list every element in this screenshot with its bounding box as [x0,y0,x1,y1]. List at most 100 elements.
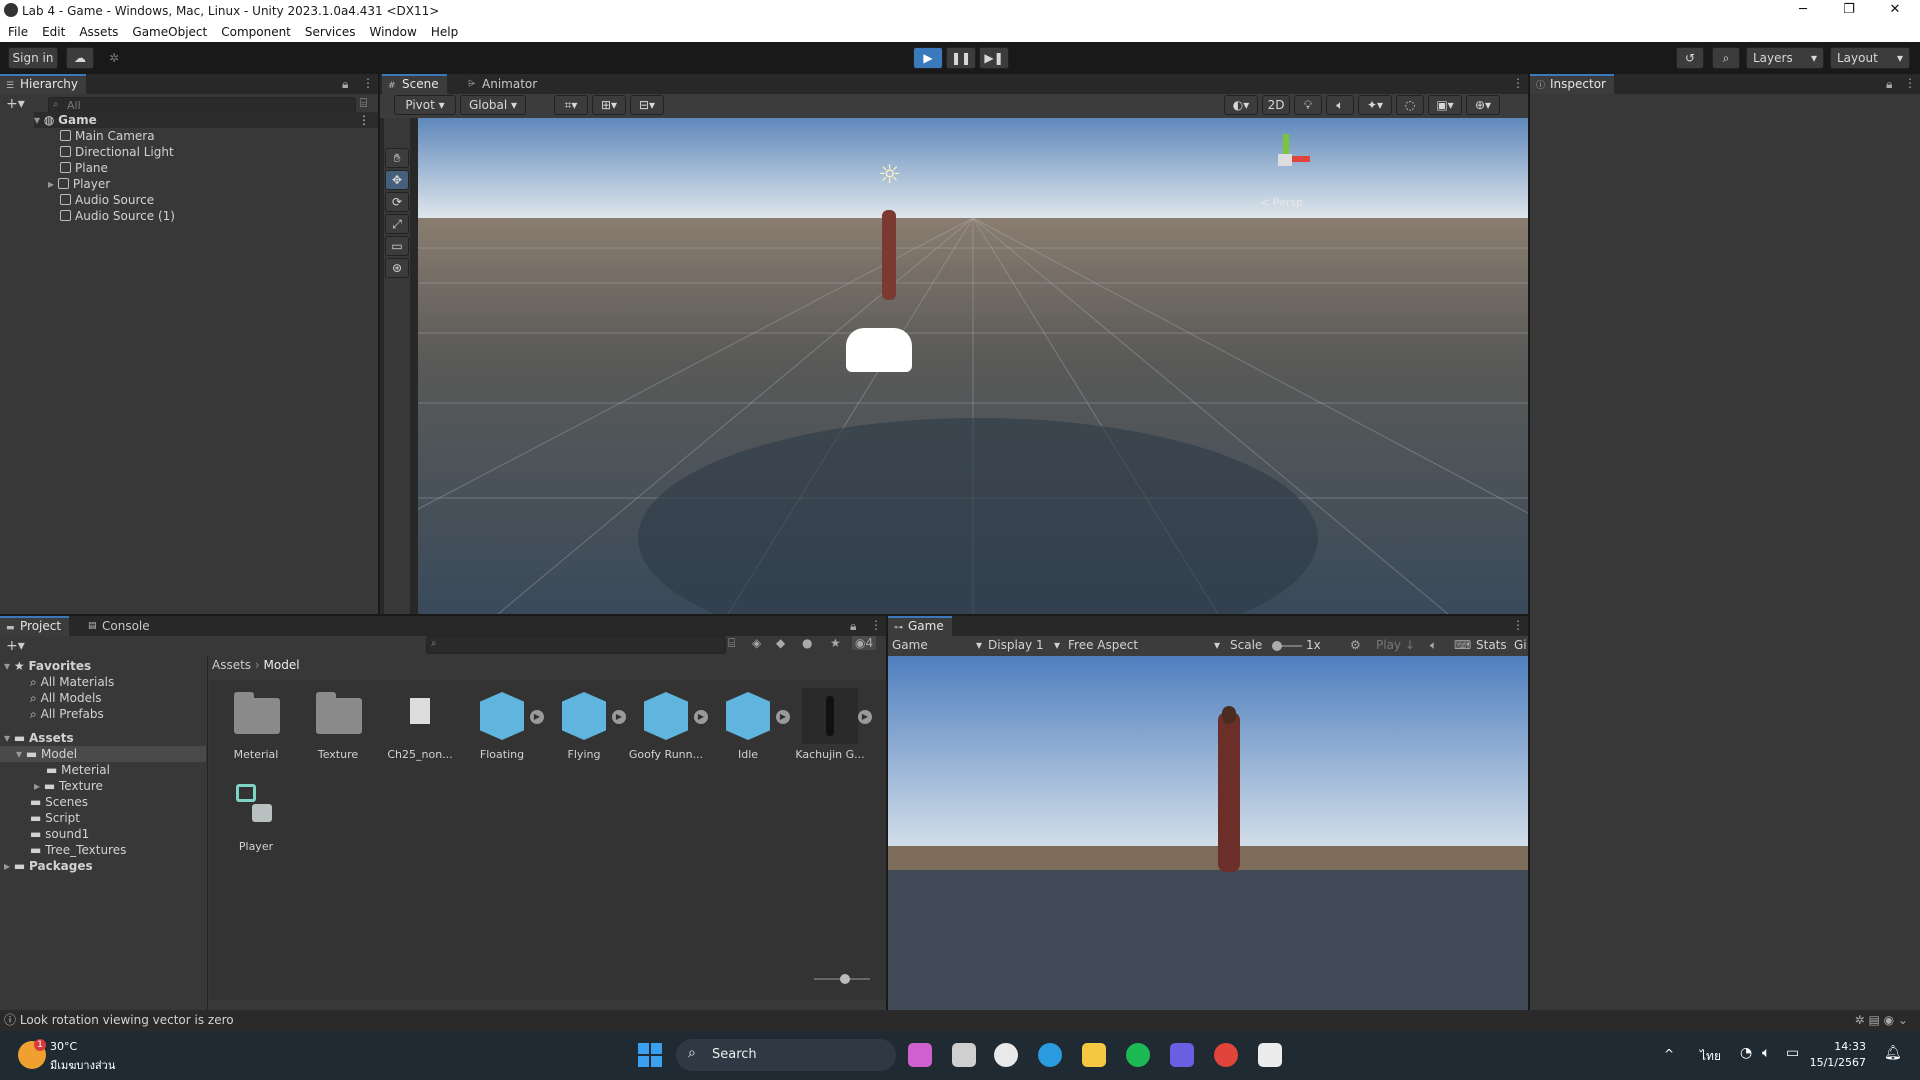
scene-search-icon[interactable]: ⌸ [360,96,367,111]
camera-gizmo-icon[interactable] [846,328,912,372]
hierarchy-item[interactable]: Plane [60,160,108,176]
status-message[interactable]: Look rotation viewing vector is zero [20,1013,234,1027]
menu-help[interactable]: Help [423,22,464,39]
breadcrumb-model[interactable]: Model [264,658,300,672]
game-viewport[interactable] [888,656,1528,1010]
lighting-icon[interactable]: 💡︎ [1294,95,1322,115]
github-icon[interactable] [994,1043,1018,1067]
asset-item[interactable]: ▶ Floating [464,688,544,761]
play-icon[interactable]: ▶ [694,710,708,724]
directional-light-icon[interactable]: ☼ [878,160,901,190]
asset-item[interactable]: ▶ Flying [546,688,626,761]
hierarchy-item[interactable]: Main Camera [60,128,155,144]
collab-icon[interactable]: ✲ [102,47,126,69]
tree-item-model[interactable]: ▾ ▬ Model [0,746,206,762]
pause-button[interactable]: ❚❚ [946,47,976,69]
scene-row[interactable]: ▾ ◍ Game ⋮ [34,112,378,128]
taskbar-search[interactable]: ⌕ Search [676,1039,896,1071]
camera-icon[interactable]: ▣▾ [1428,95,1462,115]
effects-icon[interactable]: ✦▾ [1358,95,1392,115]
sign-in-button[interactable]: Sign in [8,47,58,69]
y-axis-handle[interactable] [1283,134,1289,156]
tree-item[interactable]: ▬ Tree_Textures [30,842,126,858]
pivot-dropdown[interactable]: Pivot ▾ [394,95,456,115]
type-filter-icon[interactable]: ◈ [752,636,761,650]
center-cube[interactable] [1278,154,1292,166]
menu-component[interactable]: Component [213,22,297,39]
packages-row[interactable]: ▸ ▬ Packages [4,858,93,874]
tab-console[interactable]: ▤ Console [82,616,158,636]
rect-tool-icon[interactable]: ▭ [385,236,409,256]
gizmos-icon[interactable]: ⊕▾ [1466,95,1500,115]
tree-item[interactable]: ▸ ▬ Texture [34,778,103,794]
grid-visibility-icon[interactable]: ⊞▾ [592,95,626,115]
layout-dropdown[interactable]: Layout ▾ [1830,47,1910,69]
file-explorer-icon[interactable] [1082,1043,1106,1067]
tab-animator[interactable]: ⩥ Animator [462,74,545,94]
tab-game[interactable]: ⊶ Game [888,616,952,636]
more-icon[interactable]: ⋮ [870,618,882,632]
favorites-row[interactable]: ▾ ★ Favorites [4,658,91,674]
hand-tool-icon[interactable]: ✋︎ [385,148,409,168]
minimize-button[interactable]: ─ [1780,0,1826,22]
menu-gameobject[interactable]: GameObject [124,22,213,39]
audio-icon[interactable]: 🔈︎ [1326,95,1354,115]
lock-icon[interactable]: 🔒︎ [342,77,348,92]
add-icon[interactable]: +▾ [6,638,25,654]
volume-icon[interactable]: 🔈︎ [1762,1045,1770,1061]
orientation-gizmo[interactable] [1256,126,1316,186]
toggle-2d-button[interactable]: 2D [1262,95,1290,115]
copilot-icon[interactable] [908,1043,932,1067]
icon-size-slider[interactable] [814,974,870,984]
play-icon[interactable]: ▶ [776,710,790,724]
battery-icon[interactable]: ▭ [1786,1045,1799,1061]
lock-icon[interactable]: 🔒︎ [850,619,856,634]
menu-file[interactable]: File [0,22,34,39]
clock-date[interactable]: 15/1/2567 [1806,1056,1866,1069]
menu-edit[interactable]: Edit [34,22,71,39]
unity-icon[interactable] [1258,1043,1282,1067]
task-view-icon[interactable] [952,1043,976,1067]
hierarchy-item[interactable]: Audio Source (1) [60,208,175,224]
project-search-input[interactable]: ⌕ [426,636,726,654]
language-indicator[interactable]: ไทย [1700,1047,1721,1066]
stats-button[interactable]: Stats [1476,638,1507,652]
more-icon[interactable]: ⋮ [1512,76,1524,90]
scene-viewport[interactable]: ☼ < Persp [418,118,1528,614]
asset-item[interactable]: Player [218,780,294,853]
history-icon[interactable]: ↺ [1676,47,1704,69]
close-button[interactable]: ✕ [1872,0,1918,22]
debug-icon[interactable]: ⚙ [1350,638,1361,652]
tree-item[interactable]: ▬ Scenes [30,794,88,810]
hidden-objects-icon[interactable]: ◌ [1396,95,1424,115]
chevron-up-icon[interactable]: ^ [1664,1047,1674,1061]
favorite-item[interactable]: ⌕ All Materials [30,674,114,690]
display-dropdown[interactable]: Display 1 ▾ [988,638,1060,652]
tree-item[interactable]: ▬ sound1 [30,826,89,842]
cloud-icon[interactable]: ☁ [66,47,94,69]
scale-slider[interactable] [1272,641,1302,651]
start-icon[interactable] [638,1043,662,1067]
search-icon[interactable]: ⌕ [1712,47,1740,69]
tab-hierarchy[interactable]: ☰ Hierarchy [0,74,87,94]
more-icon[interactable]: ⋮ [362,76,374,90]
slider-thumb[interactable] [840,974,850,984]
play-icon[interactable]: ▶ [858,710,872,724]
edge-icon[interactable] [1038,1043,1062,1067]
move-tool-icon[interactable]: ✥ [385,170,409,190]
gizmos-button[interactable]: Gi [1514,638,1527,652]
play-button[interactable]: ▶ [913,47,943,69]
notification-bell-icon[interactable]: 🔔︎ [1884,1045,1902,1061]
step-button[interactable]: ▶❚ [979,47,1009,69]
tree-item[interactable]: ▬ Script [30,810,80,826]
clock-time[interactable]: 14:33 [1816,1040,1866,1053]
spotify-icon[interactable] [1126,1043,1150,1067]
status-icons[interactable]: ✲ ▤ ◉ ⌄ [1855,1010,1908,1031]
game-mode-dropdown[interactable]: Game ▾ [892,638,982,652]
tree-item[interactable]: ▬ Meterial [46,762,110,778]
x-axis-handle[interactable] [1290,156,1310,162]
favorite-item[interactable]: ⌕ All Prefabs [30,706,104,722]
more-icon[interactable]: ⋮ [358,112,370,128]
play-icon[interactable]: ▶ [612,710,626,724]
hidden-packages-toggle[interactable]: ◉4 [852,636,877,650]
